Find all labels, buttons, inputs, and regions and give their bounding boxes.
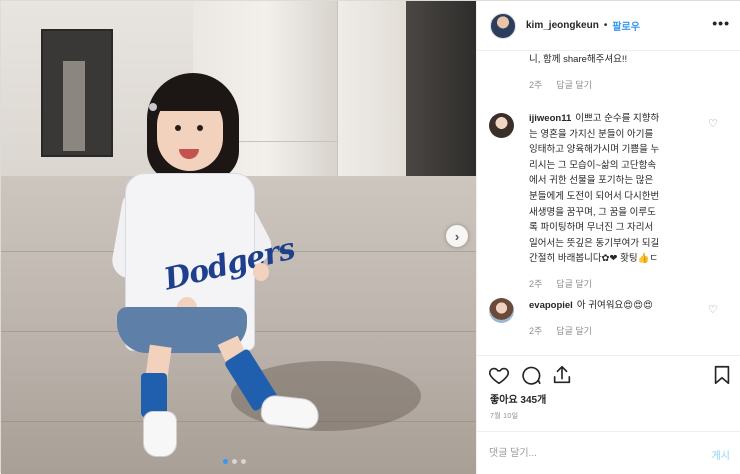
like-count[interactable]: 좋아요 345개 [490, 391, 546, 406]
action-bar [477, 355, 740, 395]
chevron-right-icon: › [454, 228, 460, 244]
comment-username[interactable]: evapopiel [529, 300, 573, 311]
avatar[interactable] [489, 113, 514, 138]
comment-line: 에서 귀한 선물을 포기하는 많은 [529, 175, 654, 187]
heart-icon[interactable] [488, 364, 510, 386]
bookmark-icon[interactable] [711, 364, 733, 386]
follow-button[interactable]: 팔로우 [612, 18, 640, 33]
comment-line: 이쁘고 순수를 지향하 [575, 113, 660, 124]
post-date[interactable]: 7월 10일 [490, 411, 518, 421]
comment-item: 니, 함께 share해주셔요!! 2주 답글 달기 [529, 52, 701, 91]
comment-item: evapopiel 아 귀여워요😍😍😍 2주 답글 달기 [529, 298, 701, 337]
more-icon[interactable]: ••• [712, 15, 730, 31]
carousel-dots [223, 459, 246, 464]
comment-meta: 2주 답글 달기 [529, 277, 701, 290]
comment-line: 록 파이팅하며 무너진 그 자리서 [529, 222, 654, 234]
instagram-post: Dodgers › kim_jeongkeun • 팔로우 ••• 니, 함께 … [0, 0, 740, 474]
carousel-next-button[interactable]: › [446, 225, 468, 247]
avatar[interactable] [490, 12, 516, 39]
comment-icon[interactable] [520, 364, 542, 386]
avatar[interactable] [489, 298, 514, 323]
comment-input[interactable] [489, 445, 689, 461]
child-hand [253, 263, 269, 281]
comment-line: 는 영혼을 가지신 분들이 아기를 [529, 128, 654, 140]
reply-button[interactable]: 답글 달기 [556, 277, 592, 290]
carousel-dot [232, 459, 237, 464]
post-header: kim_jeongkeun • 팔로우 ••• [477, 1, 740, 51]
comment-like-icon[interactable]: ♡ [708, 305, 719, 316]
child-bangs [155, 81, 227, 111]
comment-like-icon[interactable]: ♡ [708, 119, 719, 130]
comment-item: ijiweon11 이쁘고 순수를 지향하 는 영혼을 가지신 분들이 아기를 잉… [529, 111, 701, 290]
comment-text: 니, 함께 share해주셔요!! [529, 54, 628, 65]
comment-age[interactable]: 2주 [529, 324, 542, 337]
header-separator: • [603, 20, 608, 31]
post-comment-button[interactable]: 게시 [712, 447, 730, 462]
comment-text: ijiweon11 이쁘고 순수를 지향하 는 영혼을 가지신 분들이 아기를 잉… [529, 111, 701, 267]
comment-composer: 게시 [477, 431, 740, 474]
reply-button[interactable]: 답글 달기 [556, 324, 592, 337]
comment-line: 잉태하고 양육해가시며 기쁨을 누 [529, 144, 660, 156]
comment-line: 새생명을 꿈꾸며, 그 꿈을 이루도 [529, 206, 656, 218]
child-eye [175, 125, 181, 131]
comment-age[interactable]: 2주 [529, 78, 542, 91]
child-hairclip [149, 103, 157, 111]
floor-line [1, 421, 476, 422]
photo-door-panel [63, 61, 85, 151]
comment-age[interactable]: 2주 [529, 277, 542, 290]
comment-meta: 2주 답글 달기 [529, 78, 701, 91]
comment-line: 분들에게 도전이 되어서 다시한번 [529, 190, 660, 202]
post-sidebar: kim_jeongkeun • 팔로우 ••• 니, 함께 share해주셔요!… [476, 1, 740, 474]
share-icon[interactable] [551, 364, 573, 386]
comment-text: evapopiel 아 귀여워요😍😍😍 [529, 298, 701, 314]
comment-username[interactable]: ijiweon11 [529, 113, 571, 124]
author-username[interactable]: kim_jeongkeun [526, 20, 599, 31]
comment-meta: 2주 답글 달기 [529, 324, 701, 337]
reply-button[interactable]: 답글 달기 [556, 78, 592, 91]
child-eye [197, 125, 203, 131]
comment-list[interactable]: 니, 함께 share해주셔요!! 2주 답글 달기 ijiweon11 이쁘고 … [477, 52, 740, 355]
comment-line: 간절히 바래봅니다✿❤ 홧팅👍ㄷ [529, 253, 659, 265]
comment-line: 아 귀여워요😍😍😍 [576, 300, 653, 311]
carousel-dot [241, 459, 246, 464]
child-shoe [143, 411, 177, 457]
comment-line: 일어서는 뜻깊은 동기부여가 되길 [529, 237, 660, 249]
comment-line: 리시는 그 모습이~삶의 고단함속 [529, 159, 657, 171]
carousel-dot [223, 459, 228, 464]
post-photo[interactable]: Dodgers › [1, 1, 476, 474]
